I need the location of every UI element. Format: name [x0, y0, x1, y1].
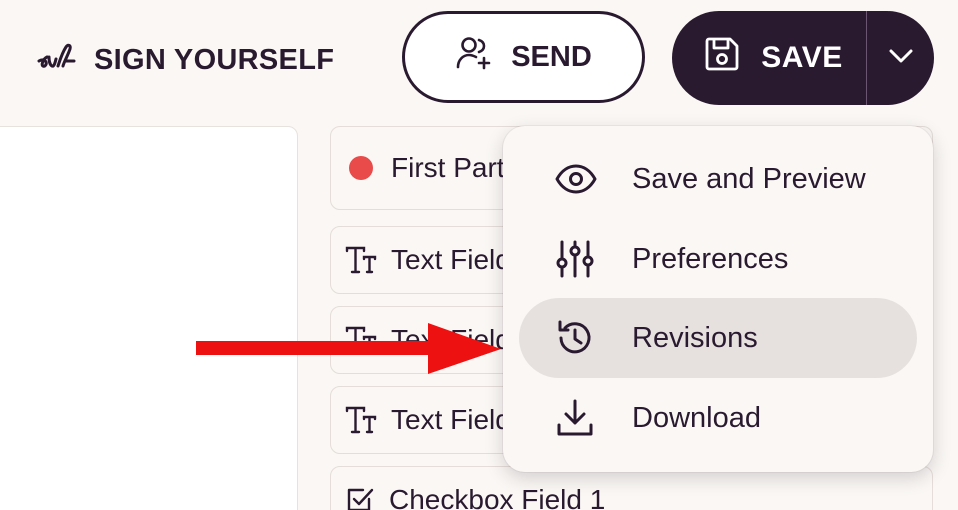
text-field-icon	[345, 405, 377, 435]
checkbox-icon	[345, 485, 375, 510]
signature-icon	[36, 39, 80, 81]
party-color-dot	[349, 156, 373, 180]
sign-yourself-button[interactable]: SIGN YOURSELF	[36, 40, 334, 80]
document-canvas[interactable]	[0, 126, 298, 510]
save-button[interactable]: SAVE	[672, 11, 866, 105]
save-options-toggle[interactable]	[867, 11, 934, 105]
field-item-checkbox-1[interactable]: Checkbox Field 1	[330, 466, 933, 510]
menu-item-download[interactable]: Download	[519, 378, 917, 458]
sign-yourself-label: SIGN YOURSELF	[94, 43, 335, 76]
menu-item-save-and-preview[interactable]: Save and Preview	[519, 139, 917, 219]
text-field-icon	[345, 245, 377, 275]
menu-item-label: Download	[632, 401, 761, 434]
chevron-down-icon	[888, 48, 914, 69]
annotation-arrow-icon	[196, 322, 506, 381]
party-name: First Party	[391, 152, 519, 183]
add-user-icon	[455, 34, 493, 80]
history-icon	[555, 318, 595, 358]
send-button[interactable]: SEND	[402, 11, 645, 103]
floppy-disk-icon	[703, 35, 741, 81]
editor-screen: SIGN YOURSELF SEND SAVE First Party Text…	[0, 0, 958, 510]
field-label: Checkbox Field 1	[389, 484, 606, 510]
send-label: SEND	[511, 40, 592, 73]
menu-item-label: Preferences	[632, 242, 789, 275]
menu-item-label: Revisions	[632, 321, 758, 354]
save-label: SAVE	[761, 41, 843, 74]
menu-item-label: Save and Preview	[632, 162, 866, 195]
save-options-menu: Save and Preview Preferences Revisions D…	[503, 126, 933, 472]
save-split-button: SAVE	[672, 11, 934, 105]
sliders-icon	[555, 239, 595, 279]
eye-icon	[555, 164, 597, 194]
menu-item-revisions[interactable]: Revisions	[519, 298, 917, 378]
menu-item-preferences[interactable]: Preferences	[519, 219, 917, 299]
download-icon	[555, 398, 595, 438]
